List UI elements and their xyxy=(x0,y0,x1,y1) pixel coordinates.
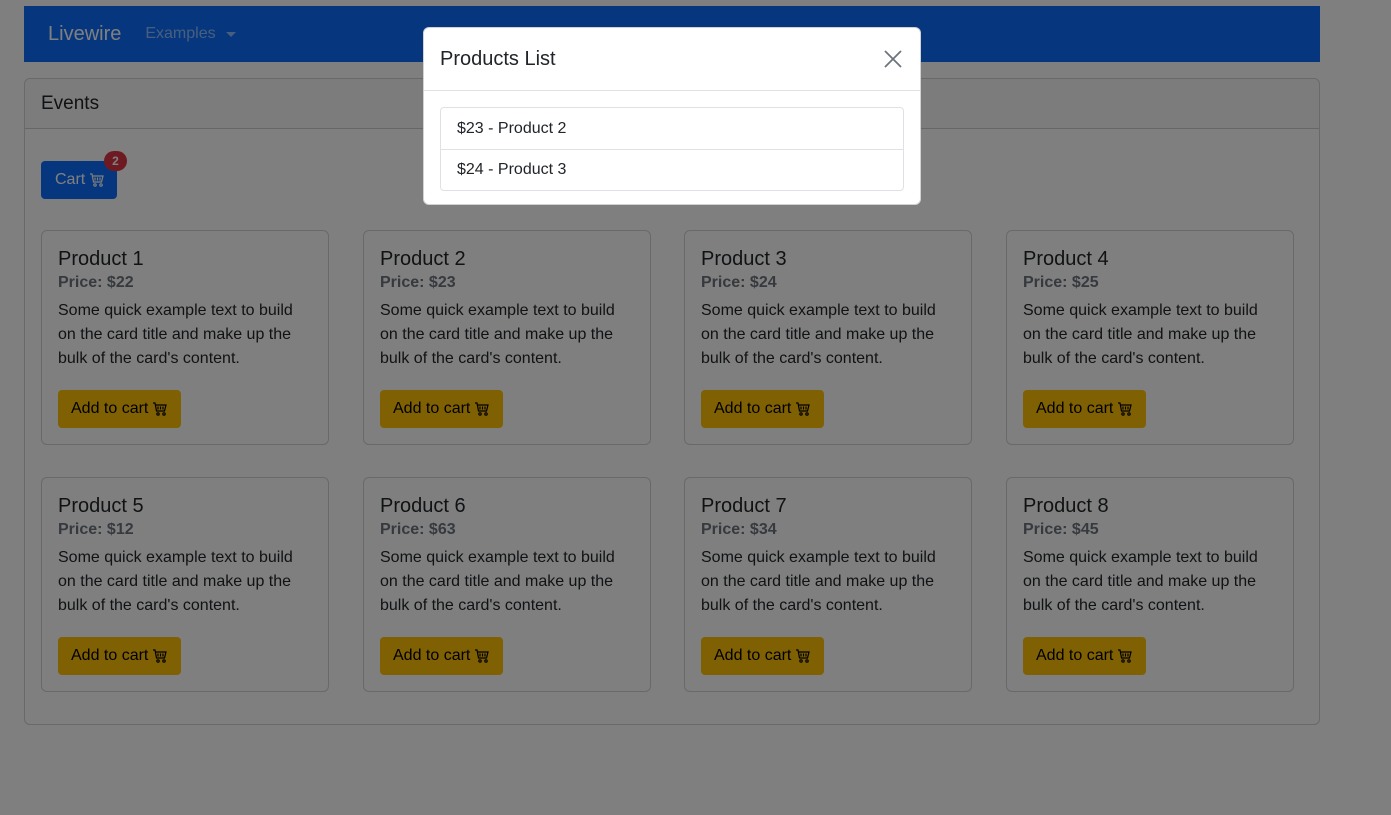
modal-header: Products List xyxy=(424,28,920,91)
close-button[interactable] xyxy=(882,48,904,70)
modal-product-list: $23 - Product 2 $24 - Product 3 xyxy=(440,107,904,191)
modal-title: Products List xyxy=(440,47,556,70)
products-list-modal: Products List $23 - Product 2 $24 - Prod… xyxy=(423,27,921,205)
list-item: $24 - Product 3 xyxy=(441,149,903,190)
modal-body: $23 - Product 2 $24 - Product 3 xyxy=(424,91,920,207)
page: Livewire Examples Events Cart 2 Product … xyxy=(0,0,1391,815)
list-item: $23 - Product 2 xyxy=(457,119,567,137)
close-icon xyxy=(884,50,902,68)
